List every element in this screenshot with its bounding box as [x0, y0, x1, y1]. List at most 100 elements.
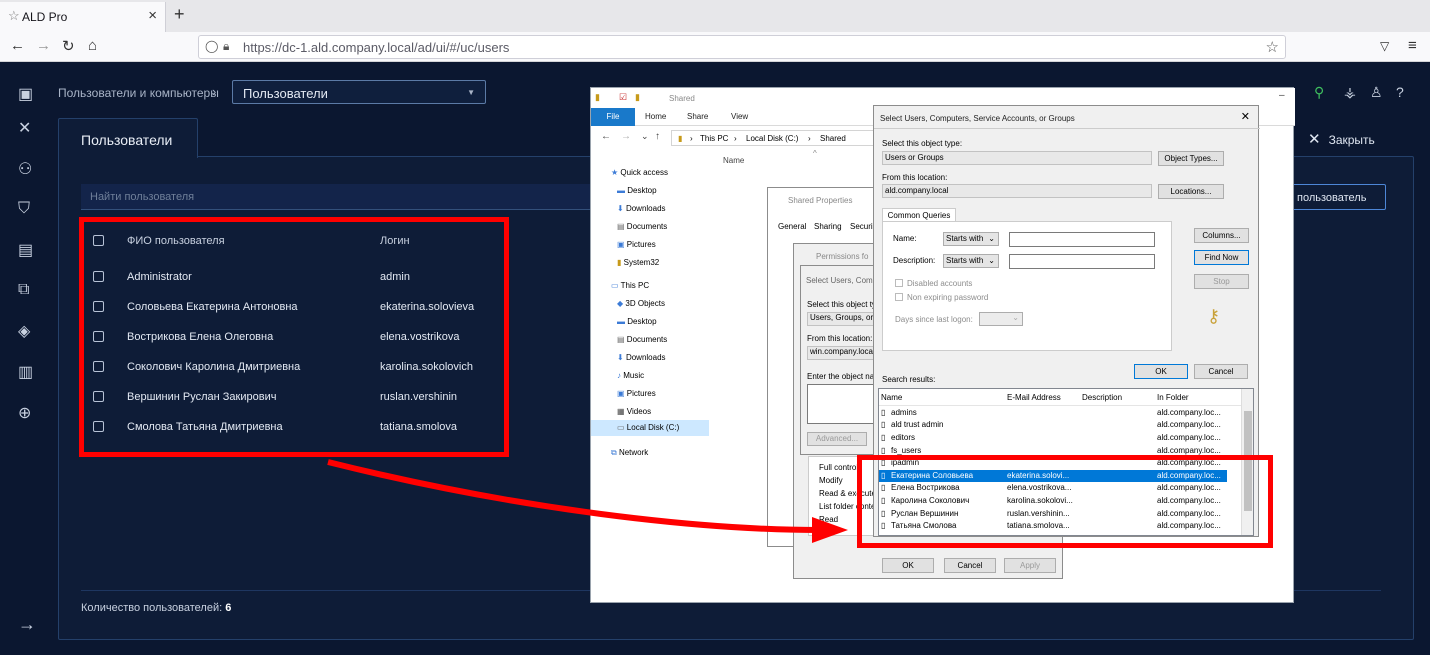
ribbon-home-tab[interactable]: Home [645, 112, 666, 121]
nav-pictures[interactable]: ▣ Pictures [617, 240, 656, 249]
ok-button[interactable]: OK [1134, 364, 1188, 379]
nav-pictures[interactable]: ▣ Pictures [617, 389, 656, 398]
add-user-label: пользователь [1297, 192, 1367, 204]
explorer-path[interactable]: ▮ › This PC › Local Disk (C:) › Shared [671, 130, 879, 146]
up-icon[interactable]: ↑ [655, 131, 660, 142]
results-col-email[interactable]: E-Mail Address [1007, 393, 1061, 402]
breadcrumb[interactable]: Пользователи и компьютеры [58, 86, 219, 100]
tab-sharing[interactable]: Sharing [814, 222, 842, 231]
disabled-accounts-checkbox[interactable] [895, 279, 903, 287]
nav-documents[interactable]: ▤ Documents [617, 222, 667, 231]
nav-desktop[interactable]: ▬ Desktop [617, 186, 657, 195]
folder-icon: ▮ [678, 134, 683, 143]
nav-3d-objects[interactable]: ◆ 3D Objects [617, 299, 665, 308]
add-user-button[interactable]: пользователь [1278, 184, 1386, 210]
close-tab-icon[interactable]: × [148, 7, 157, 24]
menu-icon[interactable]: ≡ [1408, 37, 1417, 54]
new-tab-icon[interactable]: + [174, 4, 185, 25]
path-segment[interactable]: Local Disk (C:) [746, 134, 798, 143]
list-item[interactable]: ▯ ald trust admin ald.company.loc... [879, 419, 1227, 431]
path-segment[interactable]: This PC [700, 134, 728, 143]
find-now-button[interactable]: Find Now [1194, 250, 1249, 265]
results-col-description[interactable]: Description [1082, 393, 1122, 402]
chevron-down-icon: ⌄ [988, 234, 995, 243]
ribbon-view-tab[interactable]: View [731, 112, 748, 121]
result-folder: ald.company.loc... [1157, 446, 1221, 455]
ribbon-share-tab[interactable]: Share [687, 112, 708, 121]
tools-icon[interactable]: ✕ [18, 118, 31, 138]
chevron-down-icon: ▼ [467, 88, 475, 97]
properties-icon: ☑ [619, 92, 628, 102]
results-col-folder[interactable]: In Folder [1157, 393, 1189, 402]
name-filter-select[interactable]: Starts with ⌄ [943, 232, 999, 246]
user-count: Количество пользователей: 6 [81, 602, 231, 614]
search-zoom-icon[interactable]: ⊕ [18, 403, 31, 423]
help-icon[interactable]: ? [1396, 84, 1404, 100]
nav-system32[interactable]: ▮ System32 [617, 258, 659, 267]
close-icon[interactable]: ✕ [1241, 110, 1250, 123]
results-col-name[interactable]: Name [881, 393, 902, 402]
nav-desktop[interactable]: ▬ Desktop [617, 317, 657, 326]
nav-downloads[interactable]: ⬇ Downloads [617, 353, 666, 362]
close-button[interactable]: ✕ Закрыть [1308, 130, 1375, 148]
ok-button[interactable]: OK [882, 558, 934, 573]
home-icon[interactable]: ⌂ [88, 37, 97, 54]
description-input[interactable] [1009, 254, 1155, 269]
export-icon[interactable]: ⧉ [18, 281, 29, 299]
chevron-down-icon[interactable]: ⌄ [641, 131, 649, 142]
section-select[interactable]: Пользователи ▼ [232, 80, 486, 104]
tab-common-queries[interactable]: Common Queries [882, 208, 956, 222]
days-since-logon-select[interactable]: ⌄ [979, 312, 1023, 326]
nav-downloads[interactable]: ⬇ Downloads [617, 204, 666, 213]
path-segment[interactable]: Shared [820, 134, 846, 143]
bookmark-star-icon[interactable]: ☆ [1266, 38, 1279, 56]
layers-icon[interactable]: ◈ [18, 321, 30, 341]
hierarchy-icon[interactable]: ⚶ [1344, 84, 1356, 101]
nav-music[interactable]: ♪ Music [617, 371, 644, 380]
tab-users[interactable]: Пользователи [58, 118, 198, 158]
name-input[interactable] [1009, 232, 1155, 247]
shield-icon[interactable]: ⛉ [18, 200, 30, 218]
apply-button[interactable]: Apply [1004, 558, 1056, 573]
list-item[interactable]: ▯ admins ald.company.loc... [879, 407, 1227, 419]
select-small-names-input[interactable] [807, 384, 879, 424]
browser-tab[interactable]: ☆ ALD Pro × [0, 2, 166, 32]
list-item[interactable]: ▯ editors ald.company.loc... [879, 432, 1227, 444]
column-name-header[interactable]: Name [723, 156, 744, 165]
cancel-button[interactable]: Cancel [1194, 364, 1248, 379]
columns-button[interactable]: Columns... [1194, 228, 1249, 243]
nav-videos[interactable]: ▦ Videos [617, 407, 651, 416]
nav-this-pc[interactable]: ▭ This PC [611, 281, 649, 290]
reload-icon[interactable]: ↻ [62, 37, 75, 55]
tab-general[interactable]: General [778, 222, 806, 231]
explorer-title: Shared [669, 94, 695, 103]
stop-button[interactable]: Stop [1194, 274, 1249, 289]
minimize-icon[interactable]: – [1279, 90, 1285, 101]
description-filter-select[interactable]: Starts with ⌄ [943, 254, 999, 268]
nav-documents[interactable]: ▤ Documents [617, 335, 667, 344]
back-icon[interactable]: ← [10, 37, 25, 54]
url-bar[interactable]: ◯ 🔒︎ https://dc-1.ald.company.local/ad/u… [198, 35, 1286, 59]
expand-sidebar-icon[interactable]: → [18, 614, 36, 635]
advanced-button[interactable]: Advanced... [807, 432, 867, 446]
locations-button[interactable]: Locations... [1158, 184, 1224, 199]
pocket-icon[interactable]: ▽ [1380, 39, 1389, 53]
ribbon-file-tab[interactable]: File [591, 108, 635, 126]
forward-icon[interactable]: → [621, 131, 631, 142]
nav-quick-access[interactable]: ★ Quick access [611, 168, 668, 177]
cancel-button[interactable]: Cancel [944, 558, 996, 573]
profile-icon[interactable]: ♙ [1370, 84, 1383, 101]
monitor-icon[interactable]: ▣ [18, 84, 33, 104]
object-types-button[interactable]: Object Types... [1158, 151, 1224, 166]
back-icon[interactable]: ← [601, 131, 611, 142]
nav-label: Pictures [626, 389, 656, 398]
nav-network[interactable]: ⧉ Network [611, 448, 648, 458]
tab-security[interactable]: Securi [850, 222, 873, 231]
nonexpiring-checkbox[interactable] [895, 293, 903, 301]
network-status-icon[interactable]: ⚲ [1314, 84, 1324, 101]
window-icon[interactable]: ▤ [18, 240, 33, 260]
nav-local-disk[interactable]: ▭ Local Disk (C:) [591, 420, 709, 436]
chart-icon[interactable]: ▥ [18, 362, 33, 382]
forward-icon[interactable]: → [36, 37, 51, 54]
users-icon[interactable]: ⚇ [18, 159, 32, 179]
